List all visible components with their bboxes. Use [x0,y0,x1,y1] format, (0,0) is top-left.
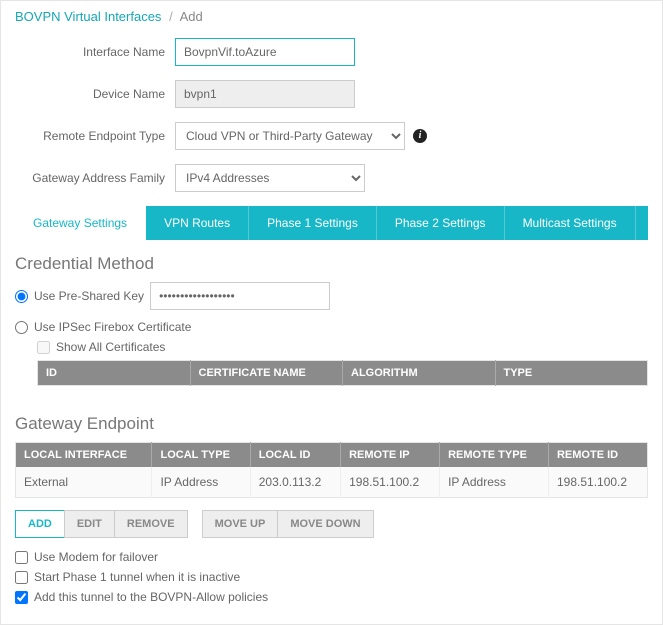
ep-localtype: IP Address [152,467,250,498]
tab-phase2-settings[interactable]: Phase 2 Settings [377,206,505,240]
start-phase1-label: Start Phase 1 tunnel when it is inactive [34,570,240,584]
remove-button[interactable]: REMOVE [114,510,188,538]
remote-endpoint-type-label: Remote Endpoint Type [15,129,175,143]
psk-radio[interactable] [15,290,28,303]
tab-phase1-settings[interactable]: Phase 1 Settings [249,206,377,240]
gateway-endpoint-heading: Gateway Endpoint [15,414,648,434]
gateway-address-family-label: Gateway Address Family [15,171,175,185]
tab-gateway-settings[interactable]: Gateway Settings [15,206,146,240]
ep-localif: External [16,467,152,498]
modem-failover-label: Use Modem for failover [34,550,158,564]
cert-label: Use IPSec Firebox Certificate [34,320,191,334]
breadcrumb-parent-link[interactable]: BOVPN Virtual Interfaces [15,9,161,24]
interface-name-label: Interface Name [15,45,175,59]
interface-name-input[interactable] [175,38,355,66]
show-all-certs-label: Show All Certificates [56,340,165,354]
breadcrumb-sep: / [165,9,177,24]
breadcrumb: BOVPN Virtual Interfaces / Add [15,9,648,24]
cert-th-algo: ALGORITHM [343,361,496,386]
ep-th-remoteid: REMOTE ID [548,443,647,468]
remote-endpoint-type-select[interactable]: Cloud VPN or Third-Party Gateway [175,122,405,150]
ep-remotetype: IP Address [440,467,549,498]
show-all-certs-checkbox [37,341,50,354]
cert-th-id: ID [38,361,191,386]
tabs: Gateway Settings VPN Routes Phase 1 Sett… [15,206,648,240]
certificate-table: ID CERTIFICATE NAME ALGORITHM TYPE [37,360,648,386]
device-name-label: Device Name [15,87,175,101]
psk-label: Use Pre-Shared Key [34,289,144,303]
device-name-input [175,80,355,108]
info-icon[interactable]: i [413,129,427,143]
tab-vpn-routes[interactable]: VPN Routes [146,206,249,240]
button-bar: ADD EDIT REMOVE MOVE UP MOVE DOWN [15,510,648,538]
endpoint-table: LOCAL INTERFACE LOCAL TYPE LOCAL ID REMO… [15,442,648,498]
add-button[interactable]: ADD [15,510,65,538]
gateway-address-family-select[interactable]: IPv4 Addresses [175,164,365,192]
ep-localid: 203.0.113.2 [250,467,340,498]
psk-input[interactable] [150,282,330,310]
breadcrumb-current: Add [180,9,203,24]
movedown-button[interactable]: MOVE DOWN [277,510,373,538]
start-phase1-checkbox[interactable] [15,571,28,584]
ep-th-localtype: LOCAL TYPE [152,443,250,468]
ep-th-remotetype: REMOTE TYPE [440,443,549,468]
bovpn-allow-checkbox[interactable] [15,591,28,604]
bovpn-allow-label: Add this tunnel to the BOVPN-Allow polic… [34,590,268,604]
cert-th-name: CERTIFICATE NAME [190,361,343,386]
credential-method-heading: Credential Method [15,254,648,274]
table-row[interactable]: External IP Address 203.0.113.2 198.51.1… [16,467,648,498]
ep-th-remoteip: REMOTE IP [341,443,440,468]
moveup-button[interactable]: MOVE UP [202,510,279,538]
tab-multicast-settings[interactable]: Multicast Settings [505,206,636,240]
ep-th-localid: LOCAL ID [250,443,340,468]
cert-th-type: TYPE [495,361,648,386]
ep-remoteip: 198.51.100.2 [341,467,440,498]
edit-button[interactable]: EDIT [64,510,115,538]
ep-th-localif: LOCAL INTERFACE [16,443,152,468]
cert-radio[interactable] [15,321,28,334]
modem-failover-checkbox[interactable] [15,551,28,564]
ep-remoteid: 198.51.100.2 [548,467,647,498]
